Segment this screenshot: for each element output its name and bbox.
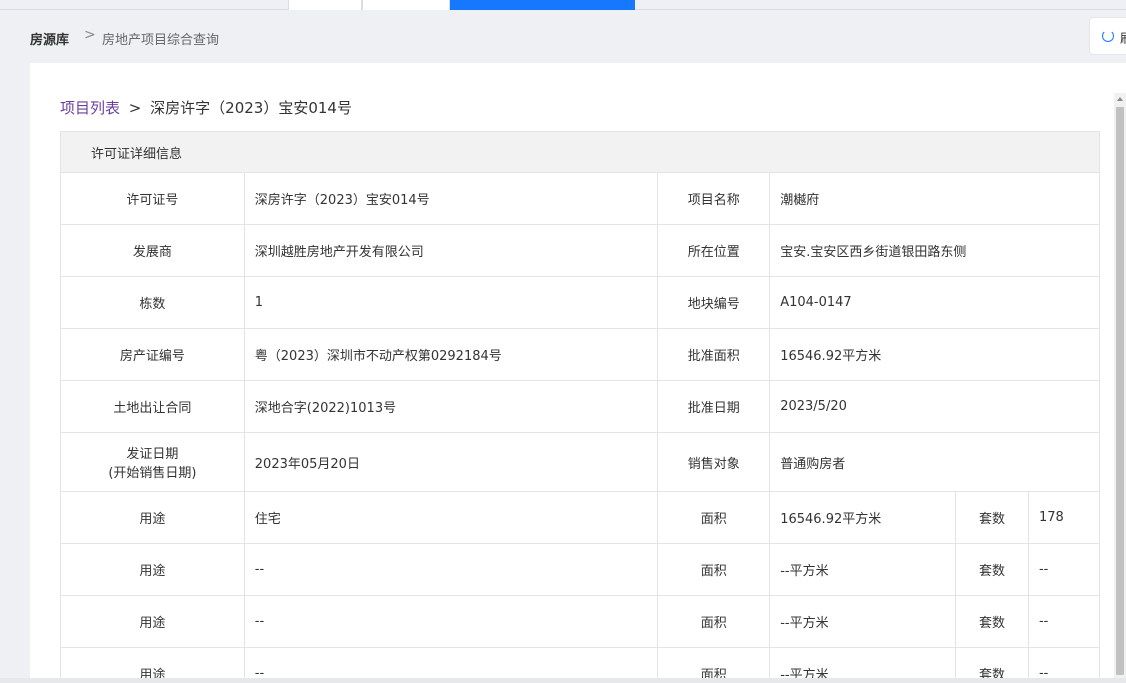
field-value: -- [1027, 595, 1101, 648]
field-label: 面积 [657, 491, 771, 544]
refresh-button[interactable]: 刷 [1089, 17, 1126, 55]
project-breadcrumb: 项目列表 > 深房许字（2023）宝安014号 [60, 97, 352, 118]
field-value: 粤（2023）深圳市不动产权第0292184号 [243, 328, 659, 381]
field-label: 地块编号 [657, 276, 771, 329]
field-value: 2023年05月20日 [243, 432, 659, 492]
usage-row: 用途 -- 面积 --平方米 套数 -- [60, 543, 1101, 596]
breadcrumb-separator: > [128, 99, 142, 117]
field-value: -- [1027, 543, 1101, 596]
refresh-icon [1102, 30, 1114, 42]
table-row: 发展商 深圳越胜房地产开发有限公司 所在位置 宝安.宝安区西乡街道银田路东侧 [60, 224, 1100, 277]
field-label: 批准日期 [657, 380, 771, 433]
usage-row: 用途 -- 面积 --平方米 套数 -- [60, 595, 1101, 648]
breadcrumb: 房源库 > 房地产项目综合查询 刷 [0, 10, 1126, 63]
refresh-label: 刷 [1120, 28, 1126, 47]
page-title: 深房许字（2023）宝安014号 [150, 99, 352, 117]
field-value: A104-0147 [769, 276, 1100, 329]
top-tab-active[interactable] [450, 0, 635, 10]
permit-detail-table: 许可证详细信息 许可证号 深房许字（2023）宝安014号 项目名称 潮樾府 发… [60, 131, 1101, 683]
field-value: 深房许字（2023）宝安014号 [243, 172, 659, 225]
field-label-line: 发证日期 [126, 447, 179, 462]
field-label: 发展商 [60, 224, 245, 277]
field-value: 16546.92平方米 [769, 328, 1100, 381]
field-value: --平方米 [769, 543, 957, 596]
field-label: 发证日期 (开始销售日期) [60, 432, 245, 492]
field-label: 许可证号 [60, 172, 245, 225]
field-label: 面积 [657, 595, 771, 648]
top-tab-strip [0, 0, 1126, 10]
field-value: 178 [1027, 491, 1101, 544]
field-label: 用途 [60, 543, 245, 596]
field-label: 土地出让合同 [60, 380, 245, 433]
field-label: 栋数 [60, 276, 245, 329]
top-tab[interactable] [288, 0, 362, 10]
scroll-up-arrow-icon[interactable] [1117, 97, 1123, 101]
field-label: 面积 [657, 543, 771, 596]
field-value: --平方米 [769, 595, 957, 648]
field-value: 2023/5/20 [769, 380, 1100, 433]
field-label: 用途 [60, 491, 245, 544]
field-value: 住宅 [243, 491, 659, 544]
table-row: 房产证编号 粤（2023）深圳市不动产权第0292184号 批准面积 16546… [60, 328, 1100, 381]
field-label: 用途 [60, 595, 245, 648]
field-value: 深地合字(2022)1013号 [243, 380, 659, 433]
field-label: 套数 [955, 491, 1029, 544]
section-title: 许可证详细信息 [60, 131, 1100, 173]
top-tab[interactable] [362, 0, 450, 10]
vertical-scrollbar[interactable] [1114, 93, 1126, 678]
usage-row: 用途 住宅 面积 16546.92平方米 套数 178 [60, 491, 1101, 544]
field-label: 项目名称 [657, 172, 771, 225]
breadcrumb-root[interactable]: 房源库 [30, 29, 69, 48]
breadcrumb-current: 房地产项目综合查询 [102, 33, 220, 48]
field-value: 16546.92平方米 [769, 491, 957, 544]
field-label: 销售对象 [657, 432, 771, 492]
section-header-row: 许可证详细信息 [60, 131, 1100, 173]
project-list-link[interactable]: 项目列表 [60, 99, 120, 117]
field-value: 深圳越胜房地产开发有限公司 [243, 224, 659, 277]
field-value: 宝安.宝安区西乡街道银田路东侧 [769, 224, 1100, 277]
content-panel: 项目列表 > 深房许字（2023）宝安014号 许可证详细信息 许可证号 深房许… [30, 63, 1126, 683]
field-value: 1 [243, 276, 659, 329]
scrollbar-thumb[interactable] [1116, 107, 1124, 675]
table-row: 栋数 1 地块编号 A104-0147 [60, 276, 1100, 329]
table-row: 土地出让合同 深地合字(2022)1013号 批准日期 2023/5/20 [60, 380, 1100, 433]
field-label: 套数 [955, 595, 1029, 648]
field-label: 套数 [955, 543, 1029, 596]
field-value: 潮樾府 [769, 172, 1100, 225]
bottom-edge [0, 678, 1126, 683]
field-label: 房产证编号 [60, 328, 245, 381]
table-row: 许可证号 深房许字（2023）宝安014号 项目名称 潮樾府 [60, 172, 1100, 225]
field-value: 普通购房者 [769, 432, 1100, 492]
table-row: 发证日期 (开始销售日期) 2023年05月20日 销售对象 普通购房者 [60, 432, 1100, 492]
breadcrumb-separator: > [84, 27, 96, 43]
field-label: 批准面积 [657, 328, 771, 381]
field-label-line: (开始销售日期) [108, 466, 197, 481]
field-label: 所在位置 [657, 224, 771, 277]
field-value: -- [243, 543, 659, 596]
field-value: -- [243, 595, 659, 648]
